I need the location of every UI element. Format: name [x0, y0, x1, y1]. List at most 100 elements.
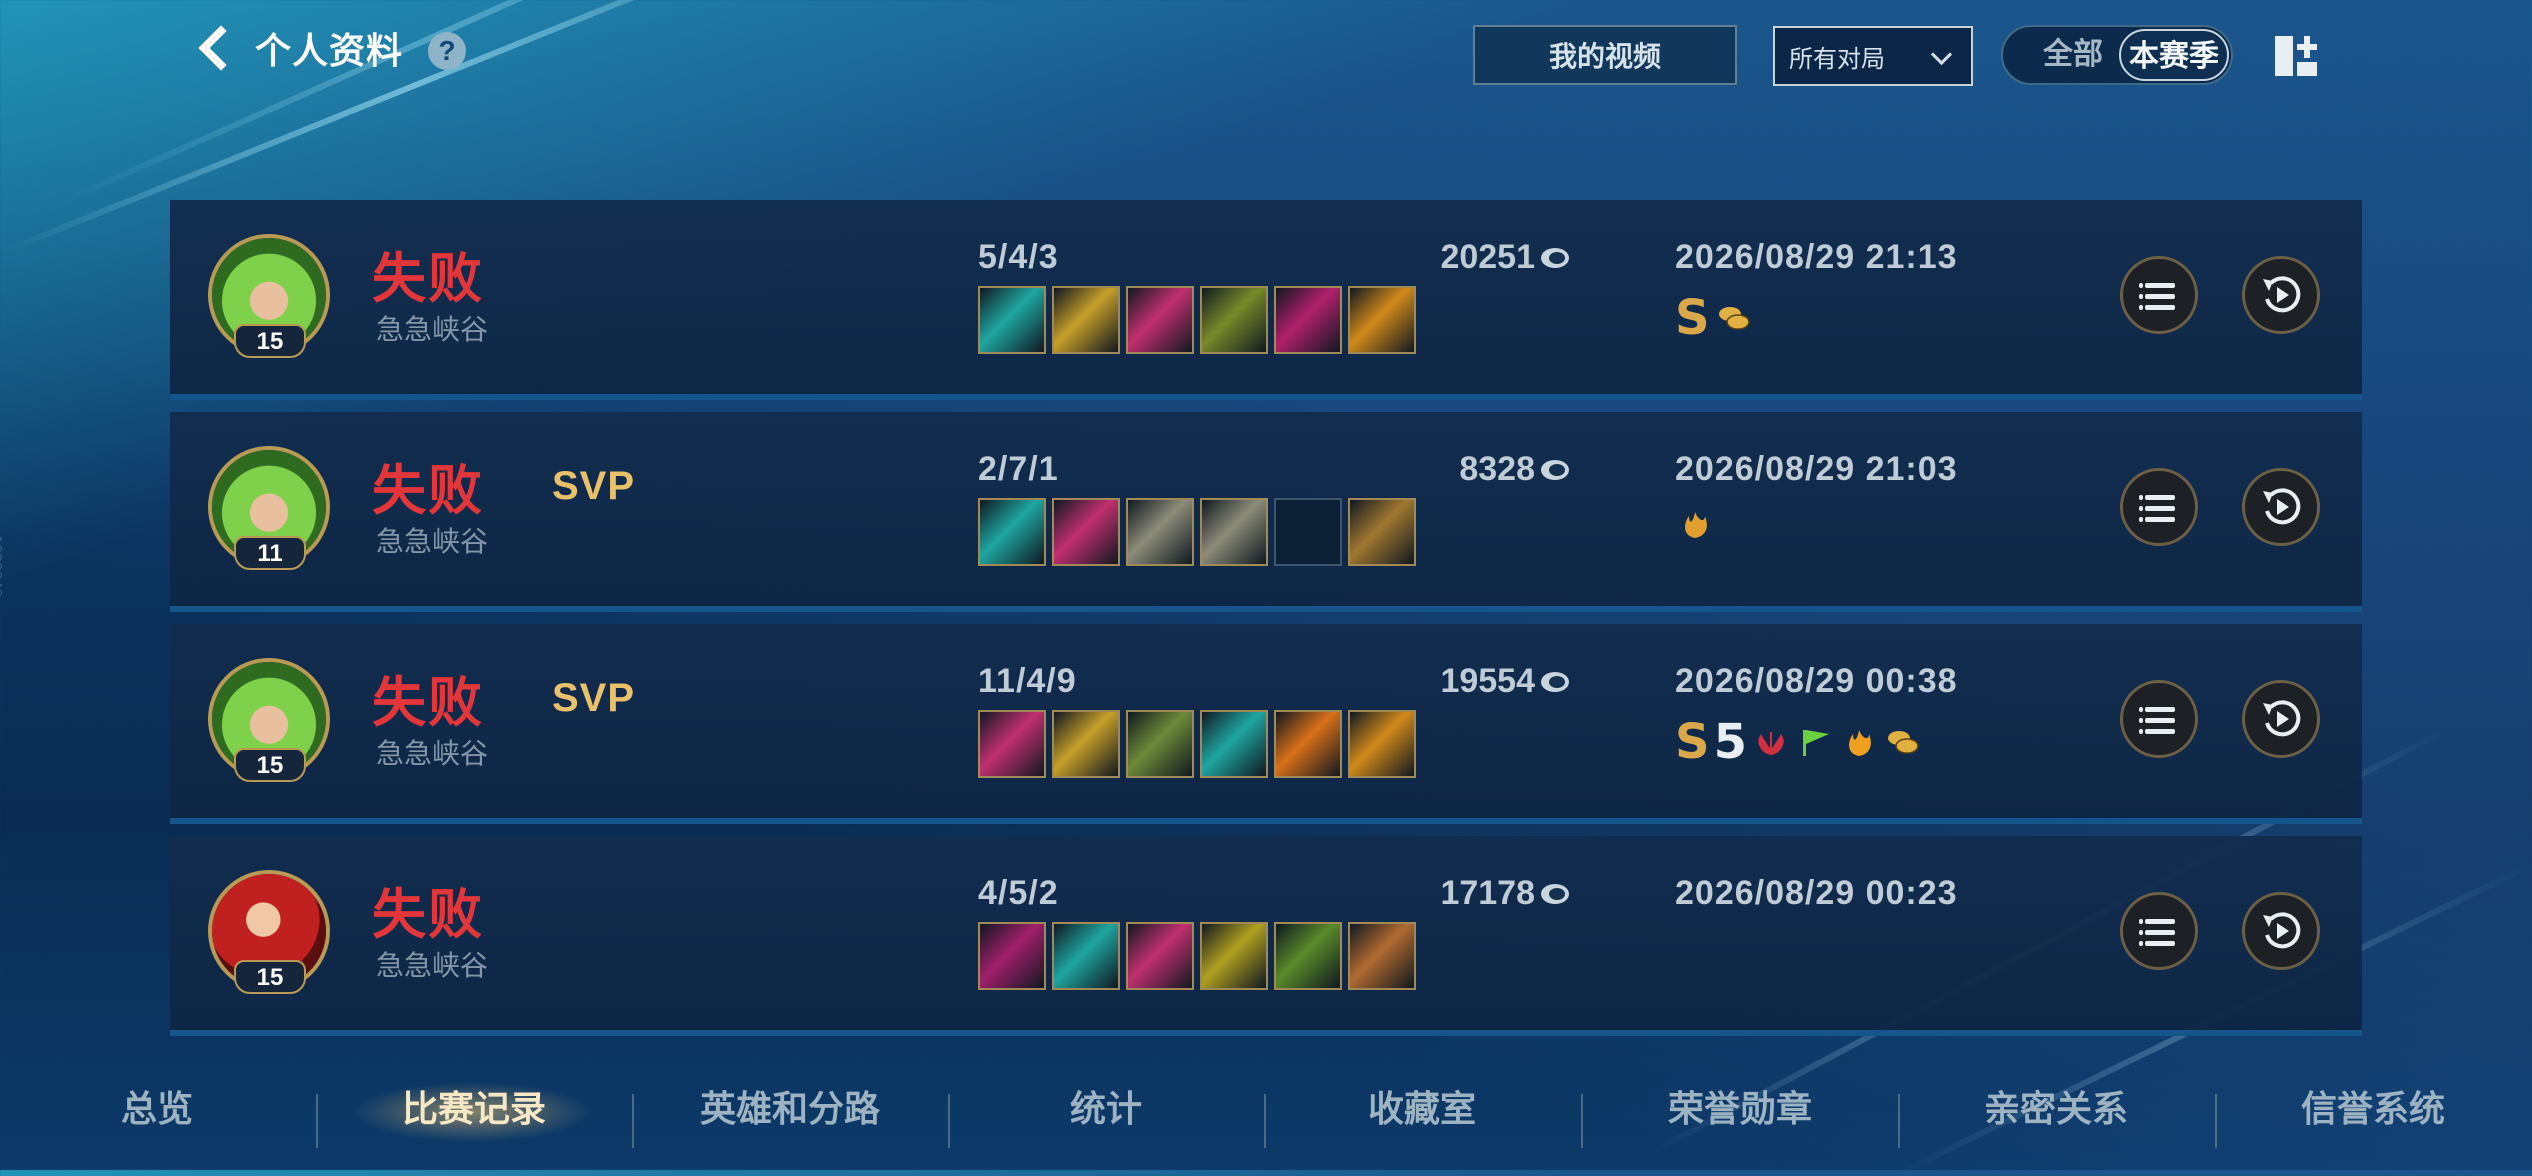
- nav-tab[interactable]: 荣誉勋章: [1620, 1080, 1860, 1132]
- match-datetime: 2026/08/29 21:03: [1675, 450, 1958, 488]
- rating-badge: 5: [1713, 714, 1747, 770]
- badge-list: [1675, 506, 1715, 542]
- equipment-item: [978, 498, 1046, 566]
- coin-icon: [1541, 883, 1569, 904]
- match-result: 失败: [372, 461, 484, 521]
- equipment-item: [1200, 922, 1268, 990]
- nav-divider: [316, 1094, 318, 1148]
- gold-amount: 8328: [1459, 450, 1535, 488]
- replay-icon: [2263, 488, 2301, 525]
- help-icon[interactable]: ?: [428, 32, 466, 70]
- equipment-item: [1052, 498, 1120, 566]
- equipment-item: [978, 286, 1046, 354]
- equipment-item: [1348, 922, 1416, 990]
- match-result: 失败: [372, 885, 484, 945]
- equipment-list: [978, 286, 1416, 354]
- nav-tab[interactable]: 统计: [986, 1080, 1226, 1132]
- nav-tab[interactable]: 亲密关系: [1936, 1080, 2176, 1132]
- hero-level: 15: [234, 324, 306, 358]
- lotus-icon: [1751, 724, 1791, 760]
- coins-icon: [1714, 300, 1754, 336]
- rating-badge: S: [1675, 714, 1710, 770]
- nav-divider: [2215, 1094, 2217, 1148]
- gold-amount: 20251: [1440, 238, 1535, 276]
- match-row[interactable]: 15 失败 急急峡谷 4/5/2 17178 2026/08/29 00:23: [170, 836, 2362, 1036]
- equipment-item: [1348, 286, 1416, 354]
- replay-button[interactable]: [2242, 468, 2320, 546]
- equipment-item: [1274, 286, 1342, 354]
- equipment-list: [978, 710, 1416, 778]
- layout-grid-icon[interactable]: [2275, 36, 2319, 80]
- match-row[interactable]: 15 失败 急急峡谷 SVP 11/4/9 19554 2026/08/29 0…: [170, 624, 2362, 824]
- match-result: 失败: [372, 249, 484, 309]
- chevron-left-icon: [198, 25, 244, 71]
- season-toggle[interactable]: 全部 本赛季: [2001, 25, 2233, 85]
- replay-button[interactable]: [2242, 892, 2320, 970]
- equipment-list: [978, 498, 1416, 566]
- nav-tab[interactable]: 收藏室: [1302, 1080, 1542, 1132]
- equipment-item: [1200, 286, 1268, 354]
- rating-badge: S: [1675, 290, 1710, 346]
- nav-divider: [632, 1094, 634, 1148]
- replay-icon: [2263, 700, 2301, 737]
- equipment-item: [1052, 710, 1120, 778]
- hero-level: 11: [234, 536, 306, 570]
- coin-icon: [1541, 459, 1569, 480]
- equipment-item: [978, 710, 1046, 778]
- nav-tab[interactable]: 英雄和分路: [670, 1080, 910, 1132]
- match-result: 失败: [372, 673, 484, 733]
- nav-divider: [1581, 1094, 1583, 1148]
- match-datetime: 2026/08/29 00:38: [1675, 662, 1958, 700]
- equipment-item: [1348, 710, 1416, 778]
- match-detail-button[interactable]: [2120, 468, 2198, 546]
- game-mode: 急急峡谷: [376, 314, 489, 345]
- svp-badge: SVP: [552, 676, 636, 720]
- equipment-list: [978, 922, 1416, 990]
- match-datetime: 2026/08/29 21:13: [1675, 238, 1958, 276]
- badge-list: S: [1675, 294, 1754, 342]
- equipment-item: [1200, 710, 1268, 778]
- toggle-season[interactable]: 本赛季: [2119, 29, 2229, 81]
- gold-value: 17178: [1440, 874, 1569, 913]
- page-title: 个人资料: [255, 30, 404, 71]
- kda-value: 2/7/1: [978, 450, 1059, 488]
- back-button[interactable]: 个人资料: [195, 22, 403, 74]
- hero-level: 15: [234, 748, 306, 782]
- match-row[interactable]: 11 失败 急急峡谷 SVP 2/7/1 8328 2026/08/29 21:…: [170, 412, 2362, 612]
- equipment-item: [1274, 922, 1342, 990]
- toggle-all[interactable]: 全部: [2023, 27, 2123, 83]
- gold-value: 20251: [1440, 238, 1569, 277]
- equipment-item: [1052, 922, 1120, 990]
- match-row[interactable]: 15 失败 急急峡谷 5/4/3 20251 2026/08/29 21:13 …: [170, 200, 2362, 400]
- game-mode: 急急峡谷: [376, 950, 489, 981]
- nav-tab[interactable]: 比赛记录: [354, 1080, 594, 1132]
- match-detail-button[interactable]: [2120, 892, 2198, 970]
- equipment-item: [1200, 498, 1268, 566]
- replay-icon: [2263, 276, 2301, 313]
- equipment-item: [1348, 498, 1416, 566]
- gold-amount: 19554: [1440, 662, 1535, 700]
- replay-button[interactable]: [2242, 680, 2320, 758]
- chevron-down-icon: [1930, 43, 1953, 66]
- my-video-button[interactable]: 我的视频: [1473, 25, 1737, 85]
- equipment-item: [1126, 922, 1194, 990]
- equipment-item: [1052, 286, 1120, 354]
- equipment-item: [1126, 498, 1194, 566]
- match-detail-button[interactable]: [2120, 680, 2198, 758]
- game-mode: 急急峡谷: [376, 526, 489, 557]
- coin-icon: [1541, 247, 1569, 268]
- match-detail-button[interactable]: [2120, 256, 2198, 334]
- nav-tab[interactable]: 总览: [37, 1080, 277, 1132]
- nav-divider: [1898, 1094, 1900, 1148]
- kda-value: 11/4/9: [978, 662, 1077, 700]
- game-mode: 急急峡谷: [376, 738, 489, 769]
- kda-value: 4/5/2: [978, 874, 1059, 912]
- nav-tab[interactable]: 信誉系统: [2253, 1080, 2493, 1132]
- match-filter-select[interactable]: 所有对局: [1773, 26, 1973, 86]
- coin-icon: [1541, 671, 1569, 692]
- equipment-item: [978, 922, 1046, 990]
- gold-amount: 17178: [1440, 874, 1535, 912]
- replay-button[interactable]: [2242, 256, 2320, 334]
- equipment-slot-empty: [1274, 498, 1342, 566]
- badge-list: S5: [1675, 718, 1923, 766]
